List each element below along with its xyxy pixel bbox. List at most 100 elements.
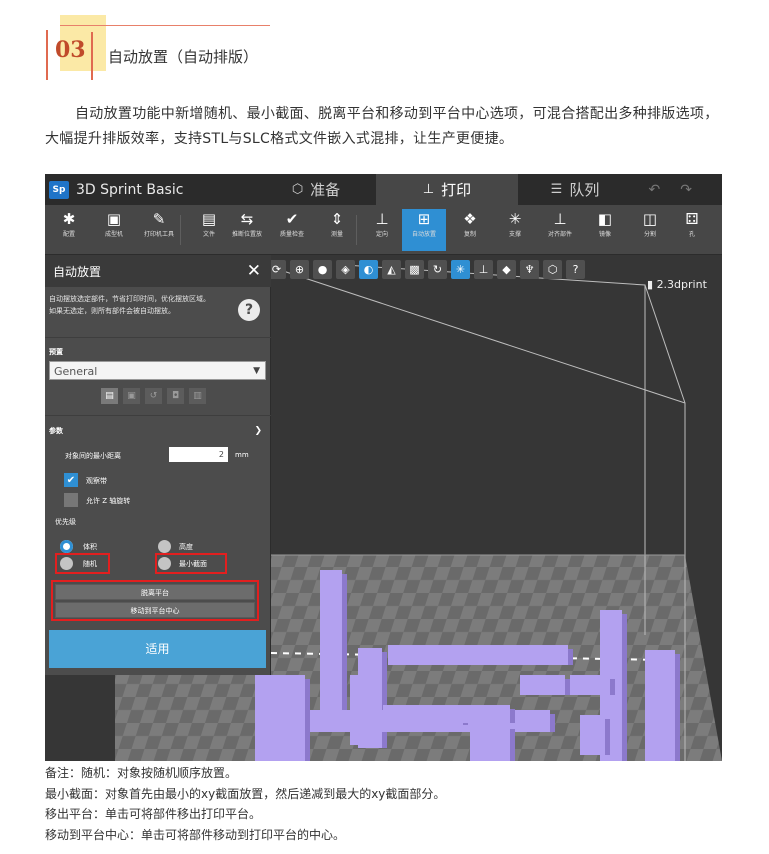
notes: 备注：随机：对象按随机顺序放置。 最小截面：对象首先由最小的xy截面放置，然后递减… (45, 763, 445, 845)
tab-print[interactable]: ⊥ 打印 (376, 174, 518, 205)
radio-volume[interactable] (60, 540, 73, 553)
help-view-icon[interactable]: ? (566, 259, 585, 279)
toolbar-button-split[interactable]: ◫ 分割 (628, 209, 672, 251)
part-bar-side (568, 649, 573, 665)
checker-icon[interactable]: ▩ (405, 259, 424, 279)
shading-icon[interactable]: ● (313, 259, 332, 279)
toolbar-button-mirror[interactable]: ◧ 镜像 (583, 209, 627, 251)
toolbar-button-orient[interactable]: ⊥ 定向 (360, 209, 404, 251)
auto-place-icon: ⊞ (417, 210, 431, 228)
delete-preset-icon[interactable]: ▥ (189, 388, 206, 404)
auto-place-panel: 自动放置 ✕ 自动摆放选定部件，节省打印时间，优化摆放区域。 如果无选定，则所有… (45, 255, 271, 675)
section-view-icon[interactable]: ◐ (359, 259, 378, 279)
toolbar-label: 镜像 (598, 231, 611, 238)
toolbar-button-gear[interactable]: ✱ 配置 (47, 209, 91, 251)
toolbar-button-hole[interactable]: ⚃ 孔 (670, 209, 714, 251)
part (450, 705, 510, 723)
toolbar-label: 成型机 (104, 231, 123, 238)
toolbar-button-support[interactable]: ✳ 支撑 (493, 209, 537, 251)
file-name-label: ▮ 2.3dprint (647, 278, 707, 291)
build-volume-edge (644, 284, 686, 404)
chevron-down-icon[interactable]: ❯ (254, 426, 262, 436)
copy-icon: ❖ (463, 210, 477, 228)
section-right-rule (91, 32, 93, 80)
overhang-icon[interactable]: ◭ (382, 259, 401, 279)
preset-value: General (54, 365, 98, 378)
tab-queue[interactable]: ☰ 队列 (518, 174, 632, 205)
toolbar-button-measure[interactable]: ⇕ 测量 (315, 209, 359, 251)
part-tall-side (622, 614, 627, 761)
support-icon: ✳ (508, 210, 522, 228)
apply-button[interactable]: 适用 (49, 630, 266, 668)
panel-description-line-1: 自动摆放选定部件，节省打印时间，优化摆放区域。 (49, 295, 210, 303)
part-side (305, 679, 310, 761)
close-icon[interactable]: ✕ (247, 261, 261, 281)
part-tall (320, 570, 342, 730)
min-distance-unit: mm (235, 451, 249, 459)
pin-icon[interactable]: ♆ (520, 259, 539, 279)
part-side (565, 679, 570, 695)
print-icon: ⊥ (422, 182, 435, 197)
platform-icon[interactable]: ⊥ (474, 259, 493, 279)
note-line: 移出平台：单击可将部件移出打印平台。 (45, 807, 262, 821)
radio-volume-label: 体积 (83, 543, 97, 551)
divider (45, 415, 271, 416)
min-distance-label: 对象间的最小距离 (65, 452, 121, 460)
wrench-icon: ✎ (152, 210, 166, 228)
save-preset-icon[interactable]: ▣ (123, 388, 140, 404)
toolbar-button-align[interactable]: ⊥ 对齐部件 (538, 209, 582, 251)
panel-description: 自动摆放选定部件，节省打印时间，优化摆放区域。 如果无选定，则所有部件会被自动摆… (49, 293, 229, 317)
part-side (605, 719, 610, 755)
z-rotation-checkbox[interactable] (64, 493, 78, 507)
chevron-down-icon: ▼ (253, 366, 260, 376)
orient-icon: ⊥ (375, 210, 389, 228)
reset-view-icon[interactable]: ↻ (428, 259, 447, 279)
new-preset-icon[interactable]: ▤ (101, 388, 118, 404)
revert-preset-icon[interactable]: ↺ (145, 388, 162, 404)
help-icon[interactable]: ? (238, 299, 260, 321)
observe-band-label: 观察带 (86, 477, 107, 485)
printer-icon: ▣ (106, 210, 122, 228)
part-tall-side (342, 574, 347, 730)
preset-select[interactable]: General ▼ (49, 361, 266, 380)
toolbar-label: 打印机工具 (143, 231, 174, 238)
toolbar-button-auto-place[interactable]: ⊞ 自动放置 (402, 209, 446, 251)
tab-prepare-label: 准备 (310, 181, 341, 199)
toolbar-button-copy[interactable]: ❖ 复制 (448, 209, 492, 251)
section-number: 03 (55, 37, 86, 63)
part (520, 675, 565, 695)
highlight-box-buttons (51, 580, 259, 621)
part-view-icon[interactable]: ◆ (497, 259, 516, 279)
queue-icon: ☰ (550, 182, 563, 197)
radio-height[interactable] (158, 540, 171, 553)
zoom-icon[interactable]: ⊕ (290, 259, 309, 279)
toolbar: ✱ 配置 ▣ 成型机 ✎ 打印机工具 ▤ 文件 ⇆ 推断位置放 ✔ 质量检查 ⇕ 测量 ⊥ 定向 ⊞ 自动放置 ❖ 复… (45, 205, 722, 255)
part-side (675, 654, 680, 761)
split-icon: ◫ (642, 210, 658, 228)
section-top-rule (60, 25, 270, 26)
light-icon[interactable]: ✳ (451, 259, 470, 279)
toolbar-separator (356, 215, 357, 245)
bounding-box-icon[interactable]: ⬡ (543, 259, 562, 279)
check-icon: ✔ (285, 210, 299, 228)
observe-band-checkbox[interactable]: ✔ (64, 473, 78, 487)
toolbar-button-printer[interactable]: ▣ 成型机 (92, 209, 136, 251)
note-line: 移动到平台中心：单击可将部件移动到打印平台的中心。 (45, 827, 346, 842)
undo-redo-icon[interactable]: ↶↷ (649, 182, 712, 198)
tab-prepare[interactable]: ⬡ 准备 (256, 174, 376, 205)
app-screenshot: Sp 3D Sprint Basic ⬡ 准备 ⊥ 打印 ☰ 队列 ↶↷ ✱ 配置… (45, 174, 722, 761)
toolbar-button-check[interactable]: ✔ 质量检查 (270, 209, 314, 251)
file-icon: ▮ (647, 278, 657, 291)
preset-label: 预置 (49, 348, 63, 356)
intro-paragraph: 自动放置功能中新增随机、最小截面、脱离平台和移动到平台中心选项，可混合搭配出多种… (45, 106, 719, 147)
part (580, 715, 605, 755)
rename-preset-icon[interactable]: ◘ (167, 388, 184, 404)
material-icon[interactable]: ◈ (336, 259, 355, 279)
toolbar-label: 配置 (62, 231, 75, 238)
part (255, 675, 305, 761)
part-bar-side (550, 714, 555, 732)
toolbar-button-replace[interactable]: ⇆ 推断位置放 (225, 209, 269, 251)
toolbar-label: 定向 (375, 231, 388, 238)
min-distance-input[interactable]: 2 (169, 447, 228, 462)
toolbar-button-wrench[interactable]: ✎ 打印机工具 (137, 209, 181, 251)
